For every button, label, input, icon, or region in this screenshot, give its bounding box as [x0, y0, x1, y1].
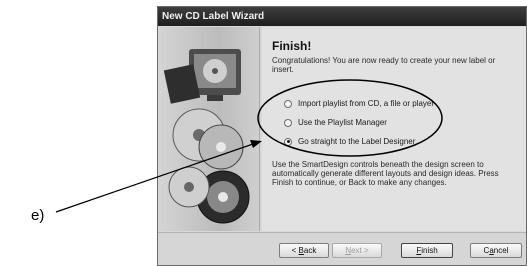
wizard-window: New CD Label Wizard Finish! Congratulati… [157, 6, 527, 266]
cancel-button[interactable]: Cancel [470, 243, 522, 258]
option-label-designer[interactable]: Go straight to the Label Designer [284, 132, 434, 151]
title-bar[interactable]: New CD Label Wizard [158, 7, 526, 26]
option-import-playlist[interactable]: Import playlist from CD, a file or playe… [284, 94, 434, 113]
next-button-rest: ext > [351, 246, 369, 255]
option-playlist-manager[interactable]: Use the Playlist Manager [284, 113, 434, 132]
option-label-designer-label: Go straight to the Label Designer [298, 137, 416, 146]
wizard-side-image [159, 27, 260, 231]
back-button-prefix: < [291, 246, 299, 255]
finish-button-rest: inish [421, 246, 438, 255]
start-options: Import playlist from CD, a file or playe… [284, 94, 434, 151]
button-bar: < Back Next > Finish Cancel [158, 232, 526, 265]
finish-button[interactable]: Finish [401, 243, 453, 258]
back-button[interactable]: < Back [279, 243, 329, 258]
description-text: Use the SmartDesign controls beneath the… [272, 160, 499, 187]
cancel-button-rest: ncel [493, 246, 509, 255]
option-playlist-manager-label: Use the Playlist Manager [298, 118, 387, 127]
content-panel: Finish! Congratulations! You are now rea… [262, 27, 526, 231]
figure-label: e) [31, 207, 45, 224]
cd-artwork-image [163, 49, 250, 224]
page-heading: Finish! [272, 39, 312, 53]
radio-label-designer[interactable] [284, 137, 292, 146]
next-button[interactable]: Next > [332, 243, 382, 258]
option-import-playlist-label: Import playlist from CD, a file or playe… [298, 99, 435, 108]
back-button-rest: ack [303, 246, 317, 255]
radio-import-playlist[interactable] [284, 99, 292, 108]
radio-playlist-manager[interactable] [284, 118, 292, 127]
intro-text: Congratulations! You are now ready to cr… [272, 56, 496, 74]
